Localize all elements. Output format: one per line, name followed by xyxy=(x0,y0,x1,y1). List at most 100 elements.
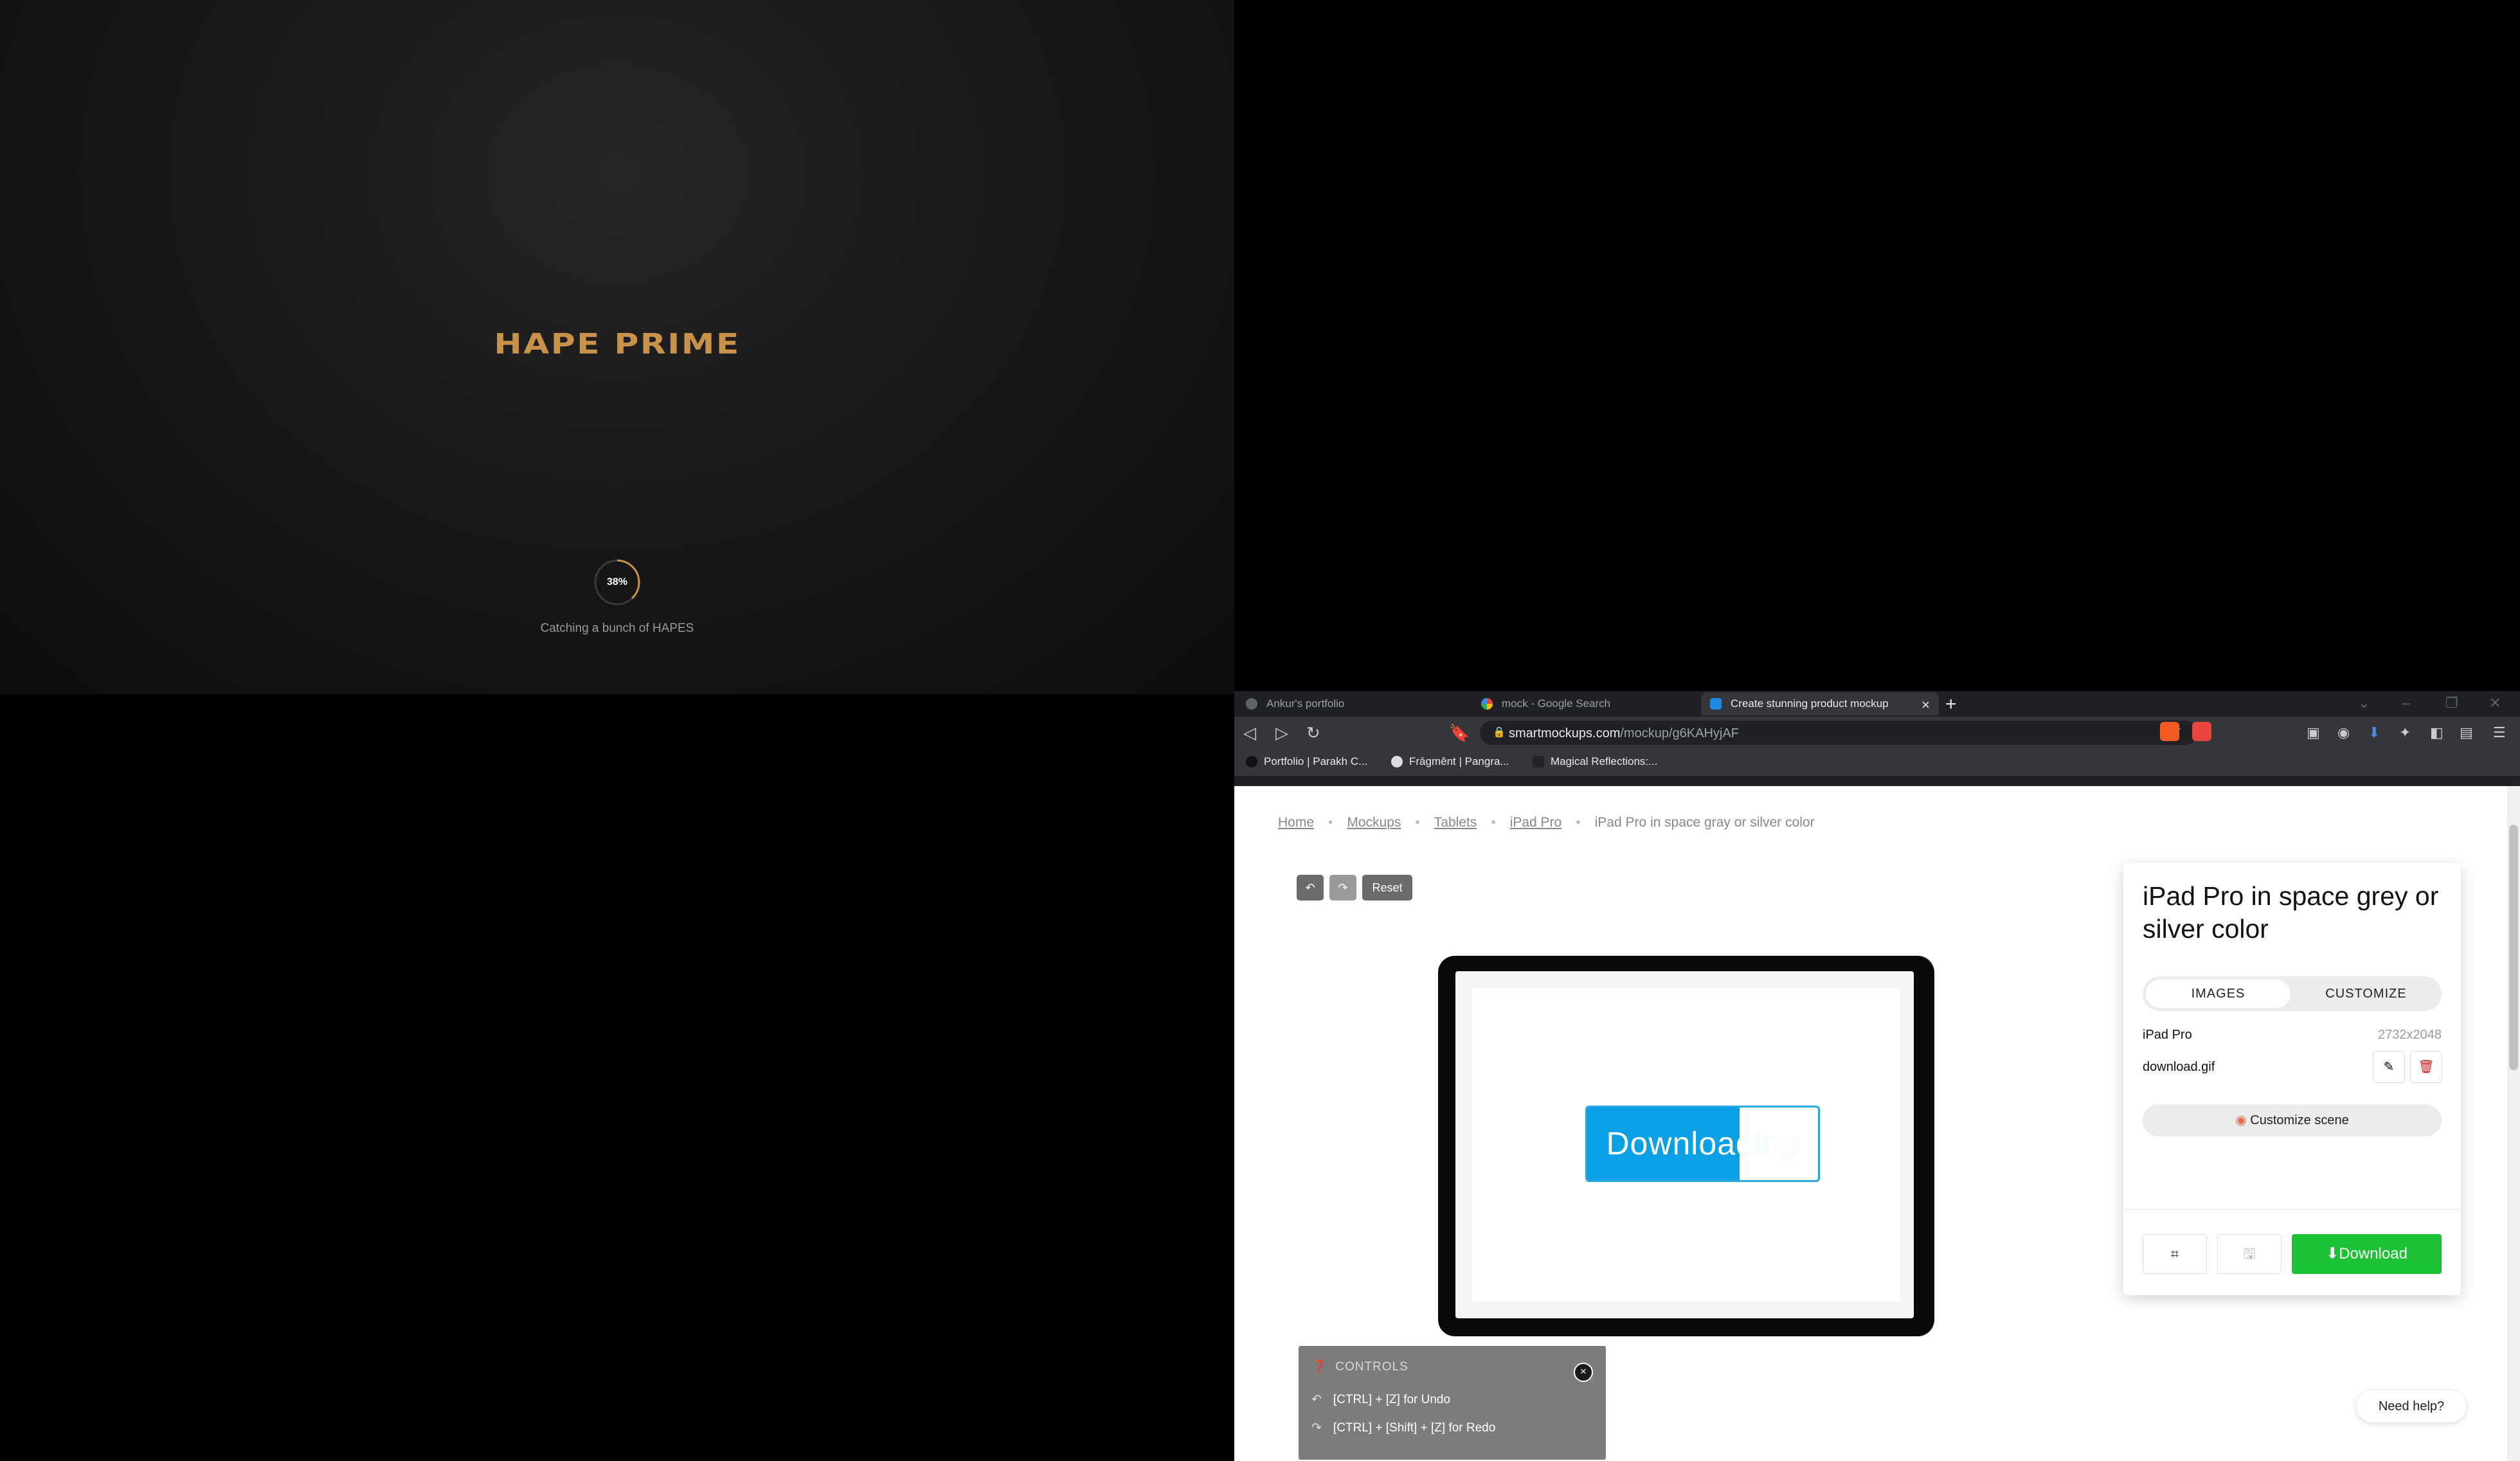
url-text[interactable]: smartmockups.com/mockup/g6KAHyjAF xyxy=(1509,726,1739,741)
wallet-icon[interactable]: ▤ xyxy=(2460,723,2473,742)
need-help-button[interactable]: Need help? xyxy=(2357,1390,2466,1422)
reload-icon[interactable]: ↻ xyxy=(1306,723,1320,742)
page-scrollbar[interactable] xyxy=(2507,786,2520,1461)
breadcrumb-home[interactable]: Home xyxy=(1278,815,1314,830)
bookmark-label: Portfolio | Parakh C... xyxy=(1264,755,1368,767)
help-circle-icon: ❓ xyxy=(1311,1360,1328,1374)
redo-shortcut: ↷ [CTRL] + [Shift] + [Z] for Redo xyxy=(1311,1421,1495,1435)
loading-message: Catching a bunch of HAPES xyxy=(540,622,694,635)
redo-icon: ↷ xyxy=(1311,1421,1322,1435)
lock-icon: 🔒 xyxy=(1493,727,1506,738)
controls-overlay: ❓ CONTROLS × ↶ [CTRL] + [Z] for Undo ↷ [CT… xyxy=(1299,1346,1606,1460)
bookmark-magical-reflections[interactable]: Magical Reflections:... xyxy=(1533,755,1657,768)
bookmark-label: Frāgmênt | Pangra... xyxy=(1409,755,1509,767)
breadcrumb: Home • Mockups • Tablets • iPad Pro • iPad Pro i… xyxy=(1278,815,1815,830)
progress-percent: 38% xyxy=(606,577,628,587)
new-tab-button[interactable]: + xyxy=(1945,694,1957,715)
address-bar[interactable]: 🔒 smartmockups.com/mockup/g6KAHyjAF ⇪ xyxy=(1480,721,2197,745)
device-resolution: 2732x2048 xyxy=(2378,1028,2442,1042)
save-button[interactable]: 🖫 xyxy=(2217,1234,2282,1274)
breadcrumb-separator: • xyxy=(1328,815,1333,830)
crop-button[interactable]: ⌗ xyxy=(2143,1234,2207,1274)
sidebar-icon[interactable]: ◧ xyxy=(2430,723,2444,742)
close-window-icon[interactable]: ✕ xyxy=(2489,695,2501,712)
bookmarks-bar: Portfolio | Parakh C... Frāgmênt | Pangr… xyxy=(1234,749,2520,776)
breadcrumb-separator: • xyxy=(1491,815,1496,830)
tab-images[interactable]: IMAGES xyxy=(2146,980,2290,1008)
restore-icon[interactable]: ❐ xyxy=(2445,695,2458,712)
smartmockups-icon xyxy=(1710,698,1722,710)
browser-window: Ankur's portfolio mock - Google Search C… xyxy=(1234,691,2520,1461)
bookmark-icon[interactable]: 🔖 xyxy=(1449,723,1470,742)
redo-icon: ↷ xyxy=(1338,881,1348,894)
breadcrumb-current: iPad Pro in space gray or silver color xyxy=(1594,815,1815,830)
undo-icon: ↶ xyxy=(1311,1393,1322,1406)
tab-title: Create stunning product mockup xyxy=(1731,697,1889,710)
google-icon xyxy=(1481,698,1493,710)
download-icon: ⬇ xyxy=(2326,1245,2339,1262)
brave-shield-icon[interactable] xyxy=(2160,722,2179,741)
breadcrumb-separator: • xyxy=(1415,815,1420,830)
mockup-settings-panel: iPad Pro in space grey or silver color I… xyxy=(2123,863,2461,1295)
breadcrumb-mockups[interactable]: Mockups xyxy=(1347,815,1401,830)
undo-shortcut: ↶ [CTRL] + [Z] for Undo xyxy=(1311,1392,1450,1407)
controls-title-text: CONTROLS xyxy=(1335,1360,1408,1374)
breadcrumb-separator: • xyxy=(1576,815,1581,830)
downloading-progress-fill: Downloading xyxy=(1587,1107,1799,1180)
save-icon: 🖫 xyxy=(2243,1246,2256,1262)
customize-scene-label: Customize scene xyxy=(2250,1113,2349,1127)
mockup-image: Downloading Downloading xyxy=(1472,988,1900,1302)
fragment-favicon xyxy=(1391,756,1403,767)
ipad-mockup[interactable]: Downloading Downloading xyxy=(1438,956,1934,1336)
customize-scene-button[interactable]: ◉ Customize scene xyxy=(2143,1104,2442,1136)
scrollbar-thumb[interactable] xyxy=(2509,825,2518,1070)
breadcrumb-tablets[interactable]: Tablets xyxy=(1434,815,1477,830)
undo-shortcut-text: [CTRL] + [Z] for Undo xyxy=(1333,1393,1451,1406)
bookmark-fragment[interactable]: Frāgmênt | Pangra... xyxy=(1391,755,1509,768)
divider xyxy=(2123,1209,2461,1210)
tab-search-icon[interactable]: ⌄ xyxy=(2358,695,2370,712)
url-domain: smartmockups.com xyxy=(1509,726,1621,740)
reset-button[interactable]: Reset xyxy=(1362,875,1412,901)
back-icon[interactable]: ◁ xyxy=(1243,723,1256,742)
downloading-button-graphic: Downloading Downloading xyxy=(1585,1106,1820,1182)
download-icon[interactable]: ⬇ xyxy=(2368,723,2380,742)
crop-icon: ⌗ xyxy=(2170,1246,2179,1262)
edit-image-button[interactable]: ✎ xyxy=(2373,1051,2405,1083)
tab-title: Ankur's portfolio xyxy=(1266,697,1345,710)
undo-button[interactable]: ↶ xyxy=(1297,875,1324,901)
trash-icon: 🗑 xyxy=(2418,1060,2434,1074)
bookmark-favicon xyxy=(1246,756,1257,767)
puzzle-icon[interactable]: ✦ xyxy=(2399,723,2411,742)
extension-icon[interactable]: ▣ xyxy=(2307,723,2320,742)
screen-capture-icon[interactable]: ◉ xyxy=(2337,723,2350,742)
download-button[interactable]: ⬇Download xyxy=(2292,1234,2442,1274)
page-content: Home • Mockups • Tablets • iPad Pro • iPad Pro i… xyxy=(1234,786,2507,1461)
tab-customize[interactable]: CUSTOMIZE xyxy=(2294,980,2438,1008)
brave-rewards-icon[interactable] xyxy=(2192,722,2211,741)
close-tab-icon[interactable]: × xyxy=(1922,697,1930,713)
delete-image-button[interactable]: 🗑 xyxy=(2410,1051,2442,1083)
page-favicon xyxy=(1533,756,1544,767)
tab-google-search[interactable]: mock - Google Search xyxy=(1472,692,1697,715)
ipad-screen: Downloading Downloading xyxy=(1455,971,1914,1318)
browser-toolbar: ◁ ▷ ↻ 🔖 🔒 smartmockups.com/mockup/g6KAHy… xyxy=(1234,717,2520,749)
undo-icon: ↶ xyxy=(1305,881,1315,894)
close-controls-button[interactable]: × xyxy=(1574,1363,1593,1382)
palette-icon: ◉ xyxy=(2235,1113,2247,1127)
menu-icon[interactable]: ☰ xyxy=(2493,723,2506,742)
breadcrumb-ipad-pro[interactable]: iPad Pro xyxy=(1510,815,1562,830)
hape-loading-screen: HAPE PRIME 38% Catching a bunch of HAPES xyxy=(0,0,1234,694)
redo-button[interactable]: ↷ xyxy=(1329,875,1356,901)
device-name: iPad Pro xyxy=(2143,1028,2192,1042)
bookmark-portfolio[interactable]: Portfolio | Parakh C... xyxy=(1246,755,1367,768)
globe-icon xyxy=(1246,698,1257,710)
panel-tabs: IMAGES CUSTOMIZE xyxy=(2143,976,2442,1011)
tab-strip: Ankur's portfolio mock - Google Search C… xyxy=(1234,691,2520,717)
url-path: /mockup/g6KAHyjAF xyxy=(1620,726,1739,740)
tab-ankurs-portfolio[interactable]: Ankur's portfolio xyxy=(1237,692,1462,715)
tab-smartmockups[interactable]: Create stunning product mockup × xyxy=(1701,692,1939,715)
forward-icon[interactable]: ▷ xyxy=(1275,723,1288,742)
download-label: Download xyxy=(2339,1245,2408,1262)
minimize-icon[interactable]: – xyxy=(2402,695,2409,712)
